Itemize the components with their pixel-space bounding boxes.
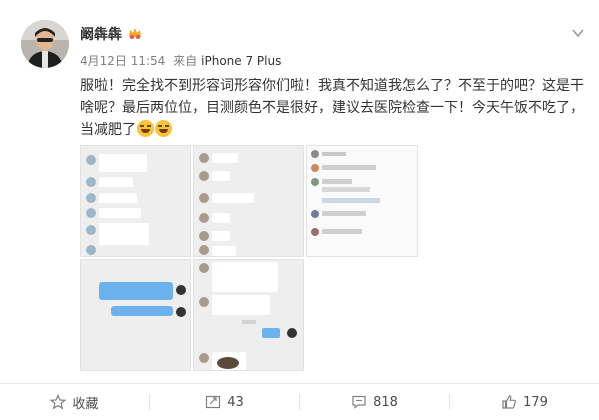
image-thumbnail[interactable]: [80, 145, 191, 257]
like-button[interactable]: 179: [450, 384, 599, 420]
like-count: 179: [523, 394, 548, 410]
comment-screenshot: [307, 146, 417, 256]
favorite-button[interactable]: 收藏: [0, 384, 149, 420]
crown-badge-icon[interactable]: [128, 26, 142, 40]
laughing-emoji-icon: [137, 120, 154, 137]
favorite-label: 收藏: [72, 396, 99, 412]
chevron-down-icon[interactable]: [571, 26, 585, 40]
avatar-photo: [21, 20, 69, 68]
post-meta: 4月12日 11:54 来自 iPhone 7 Plus: [80, 52, 285, 69]
thumbs-up-icon: [502, 395, 516, 409]
comment-button[interactable]: 818: [300, 384, 449, 420]
repost-icon: [206, 395, 221, 409]
weibo-post-card: 阚犇犇 4月12日 11:54 来自 iPhone 7 Plus 服啦！完全找不到…: [0, 0, 599, 420]
repost-button[interactable]: 43: [150, 384, 299, 420]
comment-count: 818: [373, 394, 398, 410]
post-timestamp[interactable]: 4月12日 11:54: [80, 54, 165, 68]
image-thumbnail[interactable]: [306, 145, 418, 257]
chat-screenshot: [81, 260, 190, 370]
image-thumbnail[interactable]: [193, 259, 304, 371]
image-thumbnail[interactable]: [193, 145, 304, 257]
action-toolbar: 收藏 43 818 179: [0, 383, 599, 420]
avatar[interactable]: [21, 20, 69, 68]
comment-icon: [352, 395, 366, 409]
post-content: 服啦！完全找不到形容词形容你们啦！我真不知道我怎么了？不至于的吧？这是干啥呢？最…: [80, 75, 584, 141]
star-icon: [50, 394, 67, 410]
chat-screenshot: [194, 260, 303, 370]
laughing-emoji-icon: [155, 120, 172, 137]
repost-count: 43: [227, 394, 244, 410]
chat-screenshot: [194, 146, 303, 256]
username[interactable]: 阚犇犇: [80, 24, 122, 44]
post-source-link[interactable]: iPhone 7 Plus: [201, 54, 281, 68]
post-source-prefix: 来自: [173, 54, 198, 68]
chat-screenshot: [81, 146, 190, 256]
image-thumbnail[interactable]: [80, 259, 191, 371]
